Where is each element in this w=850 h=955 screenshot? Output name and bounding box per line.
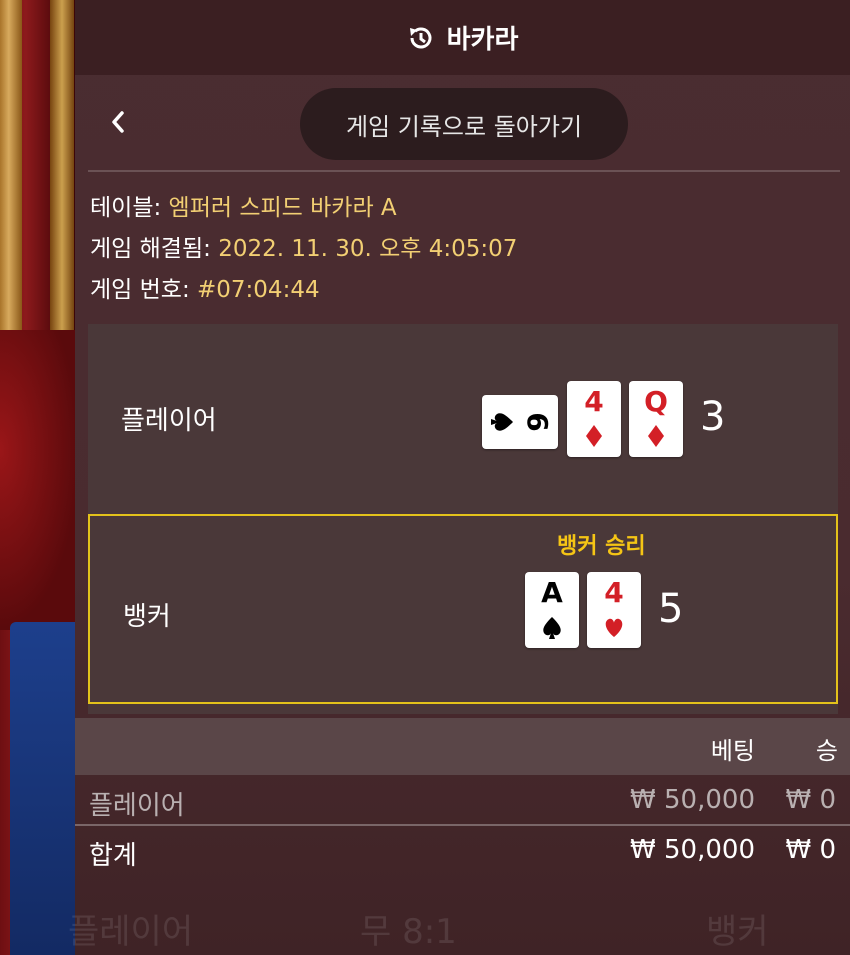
- playing-card: Q: [629, 381, 683, 457]
- banker-label: 뱅커: [123, 602, 171, 632]
- diamond-icon: [648, 425, 664, 447]
- bg-player-button: 플레이어: [68, 912, 194, 952]
- playing-card: A: [525, 572, 579, 648]
- winner-label: 뱅커 승리: [557, 534, 646, 559]
- back-to-history-button[interactable]: 게임 기록으로 돌아가기: [300, 88, 628, 160]
- card-rank: Q: [644, 385, 668, 418]
- total-win: ₩ 0: [785, 835, 836, 865]
- playing-card: 4: [567, 381, 621, 457]
- player-score: 3: [700, 394, 726, 440]
- total-row: 합계 ₩ 50,000 ₩ 0: [75, 826, 850, 876]
- spade-icon: [543, 617, 561, 639]
- card-rank: 4: [584, 385, 603, 418]
- resolved-info: 게임 해결됨: 2022. 11. 30. 오후 4:05:07: [90, 229, 517, 270]
- bets-table-header: 베팅 승: [75, 718, 850, 775]
- player-label: 플레이어: [121, 406, 217, 436]
- total-bet: ₩ 50,000: [630, 835, 755, 865]
- banker-hand: 뱅커 승리 뱅커 A 4 5: [88, 514, 838, 704]
- table-row: 플레이어 ₩ 50,000 ₩ 0: [75, 776, 850, 826]
- playing-card: 4: [587, 572, 641, 648]
- curtain-decoration: [50, 0, 74, 380]
- game-number-value: #07:04:44: [197, 277, 320, 303]
- card-rank: 6: [521, 412, 554, 431]
- bet-name: 플레이어: [89, 791, 185, 821]
- banker-score: 5: [658, 586, 684, 632]
- heart-icon: [605, 618, 623, 637]
- table-label: 테이블:: [90, 195, 162, 221]
- table-value: 엠퍼러 스피드 바카라 A: [168, 195, 397, 221]
- back-button[interactable]: [103, 105, 133, 139]
- total-label: 합계: [89, 841, 137, 871]
- bg-banker-button: 뱅커: [706, 912, 769, 952]
- resolved-label: 게임 해결됨:: [90, 236, 211, 262]
- history-icon: [407, 24, 435, 52]
- result-box: 플레이어 6 4 Q 3 뱅커 승리 뱅커 A 4 5: [88, 324, 838, 714]
- bet-column-header: 베팅: [710, 737, 755, 765]
- player-hand: 플레이어 6 4 Q 3: [88, 324, 838, 514]
- bet-amount: ₩ 50,000: [630, 785, 755, 815]
- bg-tie-button: 무 8:1: [360, 912, 457, 952]
- game-number-info: 게임 번호: #07:04:44: [90, 270, 517, 311]
- chevron-left-icon: [112, 111, 124, 133]
- table-info: 테이블: 엠퍼러 스피드 바카라 A: [90, 188, 517, 229]
- divider: [88, 170, 840, 172]
- card-rank: A: [541, 576, 563, 609]
- playing-card: 6: [482, 395, 558, 449]
- nav-row: 게임 기록으로 돌아가기: [75, 75, 850, 170]
- win-column-header: 승: [815, 737, 838, 765]
- win-amount: ₩ 0: [785, 785, 836, 815]
- background-bet-buttons: 플레이어 무 8:1 뱅커: [0, 900, 850, 955]
- game-history-panel: 바카라 게임 기록으로 돌아가기 테이블: 엠퍼러 스피드 바카라 A 게임 해…: [75, 0, 850, 955]
- spade-icon: [491, 413, 513, 431]
- panel-header: 바카라: [75, 0, 850, 75]
- table-felt: [0, 330, 80, 630]
- game-info: 테이블: 엠퍼러 스피드 바카라 A 게임 해결됨: 2022. 11. 30.…: [90, 188, 517, 311]
- game-number-label: 게임 번호:: [90, 277, 190, 303]
- card-rank: 4: [604, 576, 623, 609]
- page-title: 바카라: [446, 25, 519, 55]
- resolved-value: 2022. 11. 30. 오후 4:05:07: [218, 236, 518, 262]
- diamond-icon: [586, 425, 602, 447]
